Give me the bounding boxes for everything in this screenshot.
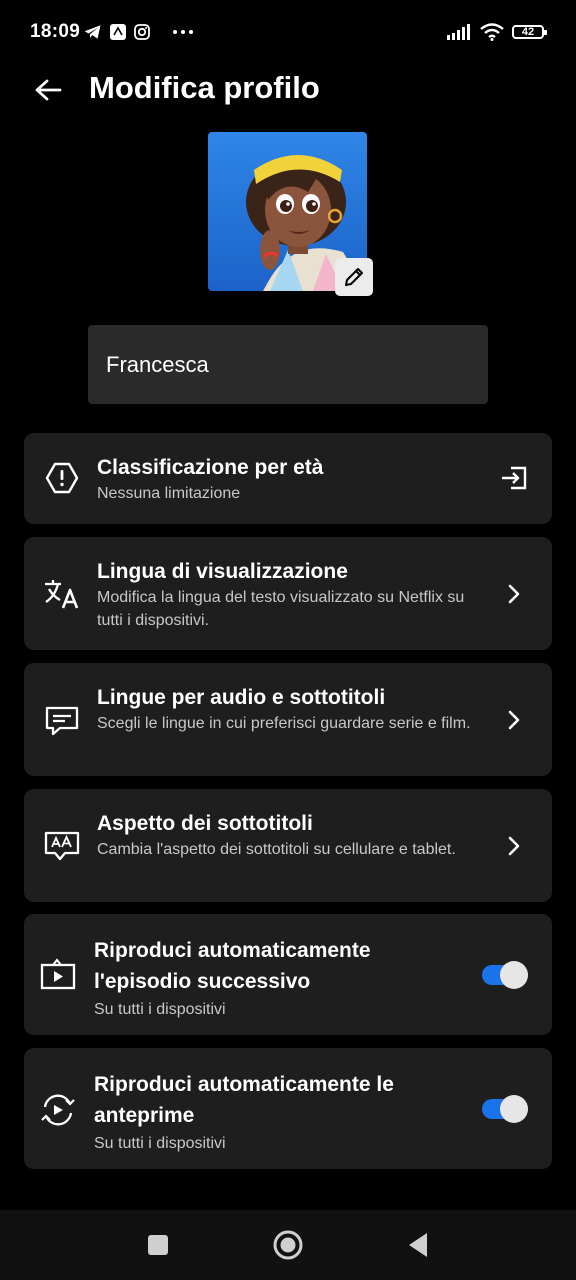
recents-button[interactable] xyxy=(138,1225,178,1265)
setting-title: Riproduci automaticamente l'episodio suc… xyxy=(94,939,371,993)
profile-name-input[interactable]: Francesca xyxy=(88,325,488,404)
pencil-icon xyxy=(345,268,363,286)
edit-avatar-button[interactable] xyxy=(335,258,373,296)
setting-title: Riproduci automaticamente le anteprime xyxy=(94,1073,394,1127)
setting-subtitle-appearance[interactable]: Aspetto dei sottotitoli Cambia l'aspetto… xyxy=(24,789,552,902)
setting-age-rating[interactable]: Classificazione per età Nessuna limitazi… xyxy=(24,433,552,524)
back-triangle-icon xyxy=(409,1233,427,1257)
next-episode-icon xyxy=(38,954,78,994)
battery-icon: 42 xyxy=(512,25,547,39)
setting-title: Lingua di visualizzazione xyxy=(97,560,348,583)
autoplay-previews-icon xyxy=(38,1090,78,1130)
subtitles-icon xyxy=(42,701,82,741)
back-button[interactable] xyxy=(28,70,68,110)
wifi-icon xyxy=(480,23,504,41)
setting-title: Classificazione per età xyxy=(97,456,324,479)
setting-display-language[interactable]: Lingua di visualizzazione Modifica la li… xyxy=(24,537,552,650)
setting-description: Nessuna limitazione xyxy=(97,485,241,502)
setting-autoplay-previews[interactable]: Riproduci automaticamente le anteprime S… xyxy=(24,1048,552,1169)
status-notification-icons xyxy=(84,21,194,43)
telegram-icon xyxy=(84,25,101,39)
back-nav-button[interactable] xyxy=(398,1225,438,1265)
autoplay-next-toggle[interactable] xyxy=(482,961,530,989)
warning-octagon-icon xyxy=(42,458,82,498)
app-icon xyxy=(110,24,126,40)
setting-title: Aspetto dei sottotitoli xyxy=(97,812,313,835)
chevron-right-icon xyxy=(494,700,534,740)
chevron-right-icon xyxy=(494,574,534,614)
setting-description: Cambia l'aspetto dei sottotitoli su cell… xyxy=(97,841,456,858)
system-nav-bar xyxy=(0,1210,576,1280)
page-title: Modifica profilo xyxy=(89,70,320,105)
open-external-icon xyxy=(494,458,534,498)
status-time: 18:09 xyxy=(30,21,81,42)
setting-autoplay-next-episode[interactable]: Riproduci automaticamente l'episodio suc… xyxy=(24,914,552,1035)
signal-icon xyxy=(447,24,470,40)
caption-style-icon xyxy=(42,826,82,866)
toggle-knob xyxy=(500,1095,528,1123)
instagram-icon xyxy=(134,24,150,40)
more-icon xyxy=(173,30,193,34)
setting-description: Scegli le lingue in cui preferisci guard… xyxy=(97,715,471,732)
recents-square-icon xyxy=(148,1235,168,1255)
chevron-right-icon xyxy=(494,826,534,866)
battery-level: 42 xyxy=(521,26,535,38)
header: Modifica profilo xyxy=(0,60,576,116)
setting-description: Su tutti i dispositivi xyxy=(94,1001,226,1018)
setting-title: Lingue per audio e sottotitoli xyxy=(97,686,386,709)
toggle-knob xyxy=(500,961,528,989)
home-circle-icon xyxy=(273,1230,303,1260)
autoplay-previews-toggle[interactable] xyxy=(482,1095,530,1123)
translate-icon xyxy=(42,574,82,614)
setting-audio-subtitle-languages[interactable]: Lingue per audio e sottotitoli Scegli le… xyxy=(24,663,552,776)
home-button[interactable] xyxy=(268,1225,308,1265)
setting-description: Modifica la lingua del testo visualizzat… xyxy=(97,589,465,629)
setting-description: Su tutti i dispositivi xyxy=(94,1135,226,1152)
arrow-left-icon xyxy=(35,79,62,101)
profile-avatar[interactable] xyxy=(208,132,373,296)
status-bar: 18:09 42 xyxy=(0,0,576,64)
status-system-icons: 42 xyxy=(446,21,547,43)
